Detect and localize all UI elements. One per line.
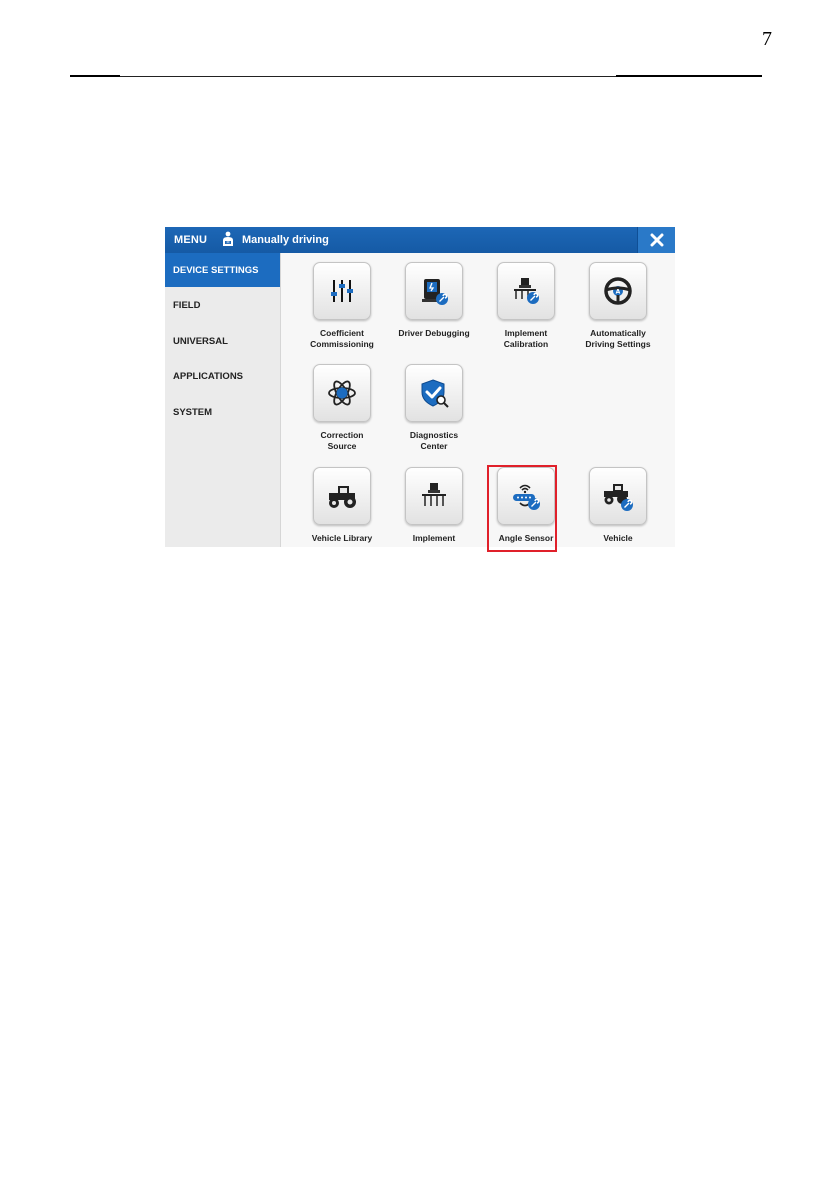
tile-button[interactable]: [405, 364, 463, 422]
settings-grid: Coefficient Commissioning Driver Debuggi…: [281, 253, 675, 547]
page-number: 7: [762, 28, 772, 50]
tile-automatically-driving-settings[interactable]: A Automatically Driving Settings: [572, 262, 664, 350]
tile-button[interactable]: [589, 467, 647, 525]
tile-implement[interactable]: Implement: [388, 467, 480, 544]
tile-label-line: Coefficient: [320, 328, 364, 338]
sidebar-item-label: FIELD: [173, 300, 201, 311]
tile-label-line: Correction: [320, 430, 364, 440]
tile-vehicle-library[interactable]: Vehicle Library: [296, 467, 388, 544]
svg-text:M: M: [226, 241, 229, 245]
tile-label-line: Source: [327, 441, 357, 451]
sidebar-item-field[interactable]: FIELD: [165, 289, 280, 323]
tile-button[interactable]: [313, 262, 371, 320]
header-rule: [70, 75, 762, 77]
svg-text:A: A: [616, 288, 621, 295]
tile-label-line: Calibration: [503, 339, 549, 349]
tile-label-line: Vehicle: [603, 533, 633, 543]
tile-label-line: Vehicle Library: [311, 533, 373, 543]
sidebar-item-label: APPLICATIONS: [173, 371, 244, 382]
tile-implement-calibration[interactable]: Implement Calibration: [480, 262, 572, 350]
tile-button[interactable]: [313, 364, 371, 422]
tile-label-line: Center: [420, 441, 448, 451]
driver-status-icon: M: [221, 231, 235, 247]
atom-icon: [328, 380, 356, 406]
shield-check-icon: [421, 379, 449, 408]
tile-label-line: Diagnostics: [409, 430, 459, 440]
sidebar-item-system[interactable]: SYSTEM: [165, 395, 280, 429]
sidebar-item-label: UNIVERSAL: [173, 335, 228, 347]
sidebar-item-label: SYSTEM: [173, 406, 213, 418]
sidebar-item-applications[interactable]: APPLICATIONS: [165, 360, 280, 394]
tractor-icon: [329, 486, 356, 508]
device-screen: MENU M Manually driving DEVICE SETTINGS …: [165, 227, 675, 547]
tile-button[interactable]: [405, 467, 463, 525]
tile-correction-source[interactable]: Correction Source: [296, 364, 388, 452]
sidebar-item-universal[interactable]: UNIVERSAL: [165, 324, 280, 358]
tile-label-line: Automatically: [590, 328, 646, 338]
sidebar-item-label: DEVICE SETTINGS: [173, 264, 259, 276]
implement-icon: [422, 483, 446, 506]
sidebar: DEVICE SETTINGS FIELD UNIVERSAL APPLICAT…: [165, 253, 281, 547]
tile-coefficient-commissioning[interactable]: Coefficient Commissioning: [296, 262, 388, 350]
implement-calibration-icon: [514, 278, 539, 304]
vehicle-settings-icon: [604, 484, 633, 511]
menu-title: MENU: [174, 234, 208, 246]
angle-sensor-highlight-box: [487, 465, 557, 552]
tile-label-line: Implement: [504, 328, 548, 338]
driver-debugging-icon: [422, 279, 448, 305]
tile-label-line: Commissioning: [310, 339, 374, 349]
tile-label-line: Driver Debugging: [398, 328, 470, 338]
tile-button[interactable]: [405, 262, 463, 320]
tile-label-line: Driving Settings: [585, 339, 651, 349]
driving-status-text: Manually driving: [242, 234, 329, 246]
sidebar-item-device-settings[interactable]: DEVICE SETTINGS: [165, 253, 280, 287]
steering-wheel-icon: A: [604, 277, 632, 305]
tile-button[interactable]: [313, 467, 371, 525]
close-button[interactable]: [637, 227, 675, 253]
tile-button[interactable]: A: [589, 262, 647, 320]
tile-vehicle[interactable]: Vehicle: [572, 467, 664, 544]
title-bar: MENU M Manually driving: [165, 227, 675, 253]
close-icon: [650, 233, 663, 247]
tile-diagnostics-center[interactable]: Diagnostics Center: [388, 364, 480, 452]
tile-driver-debugging[interactable]: Driver Debugging: [388, 262, 480, 339]
tile-button[interactable]: [497, 262, 555, 320]
sliders-icon: [331, 280, 353, 302]
tile-label-line: Implement: [412, 533, 456, 543]
